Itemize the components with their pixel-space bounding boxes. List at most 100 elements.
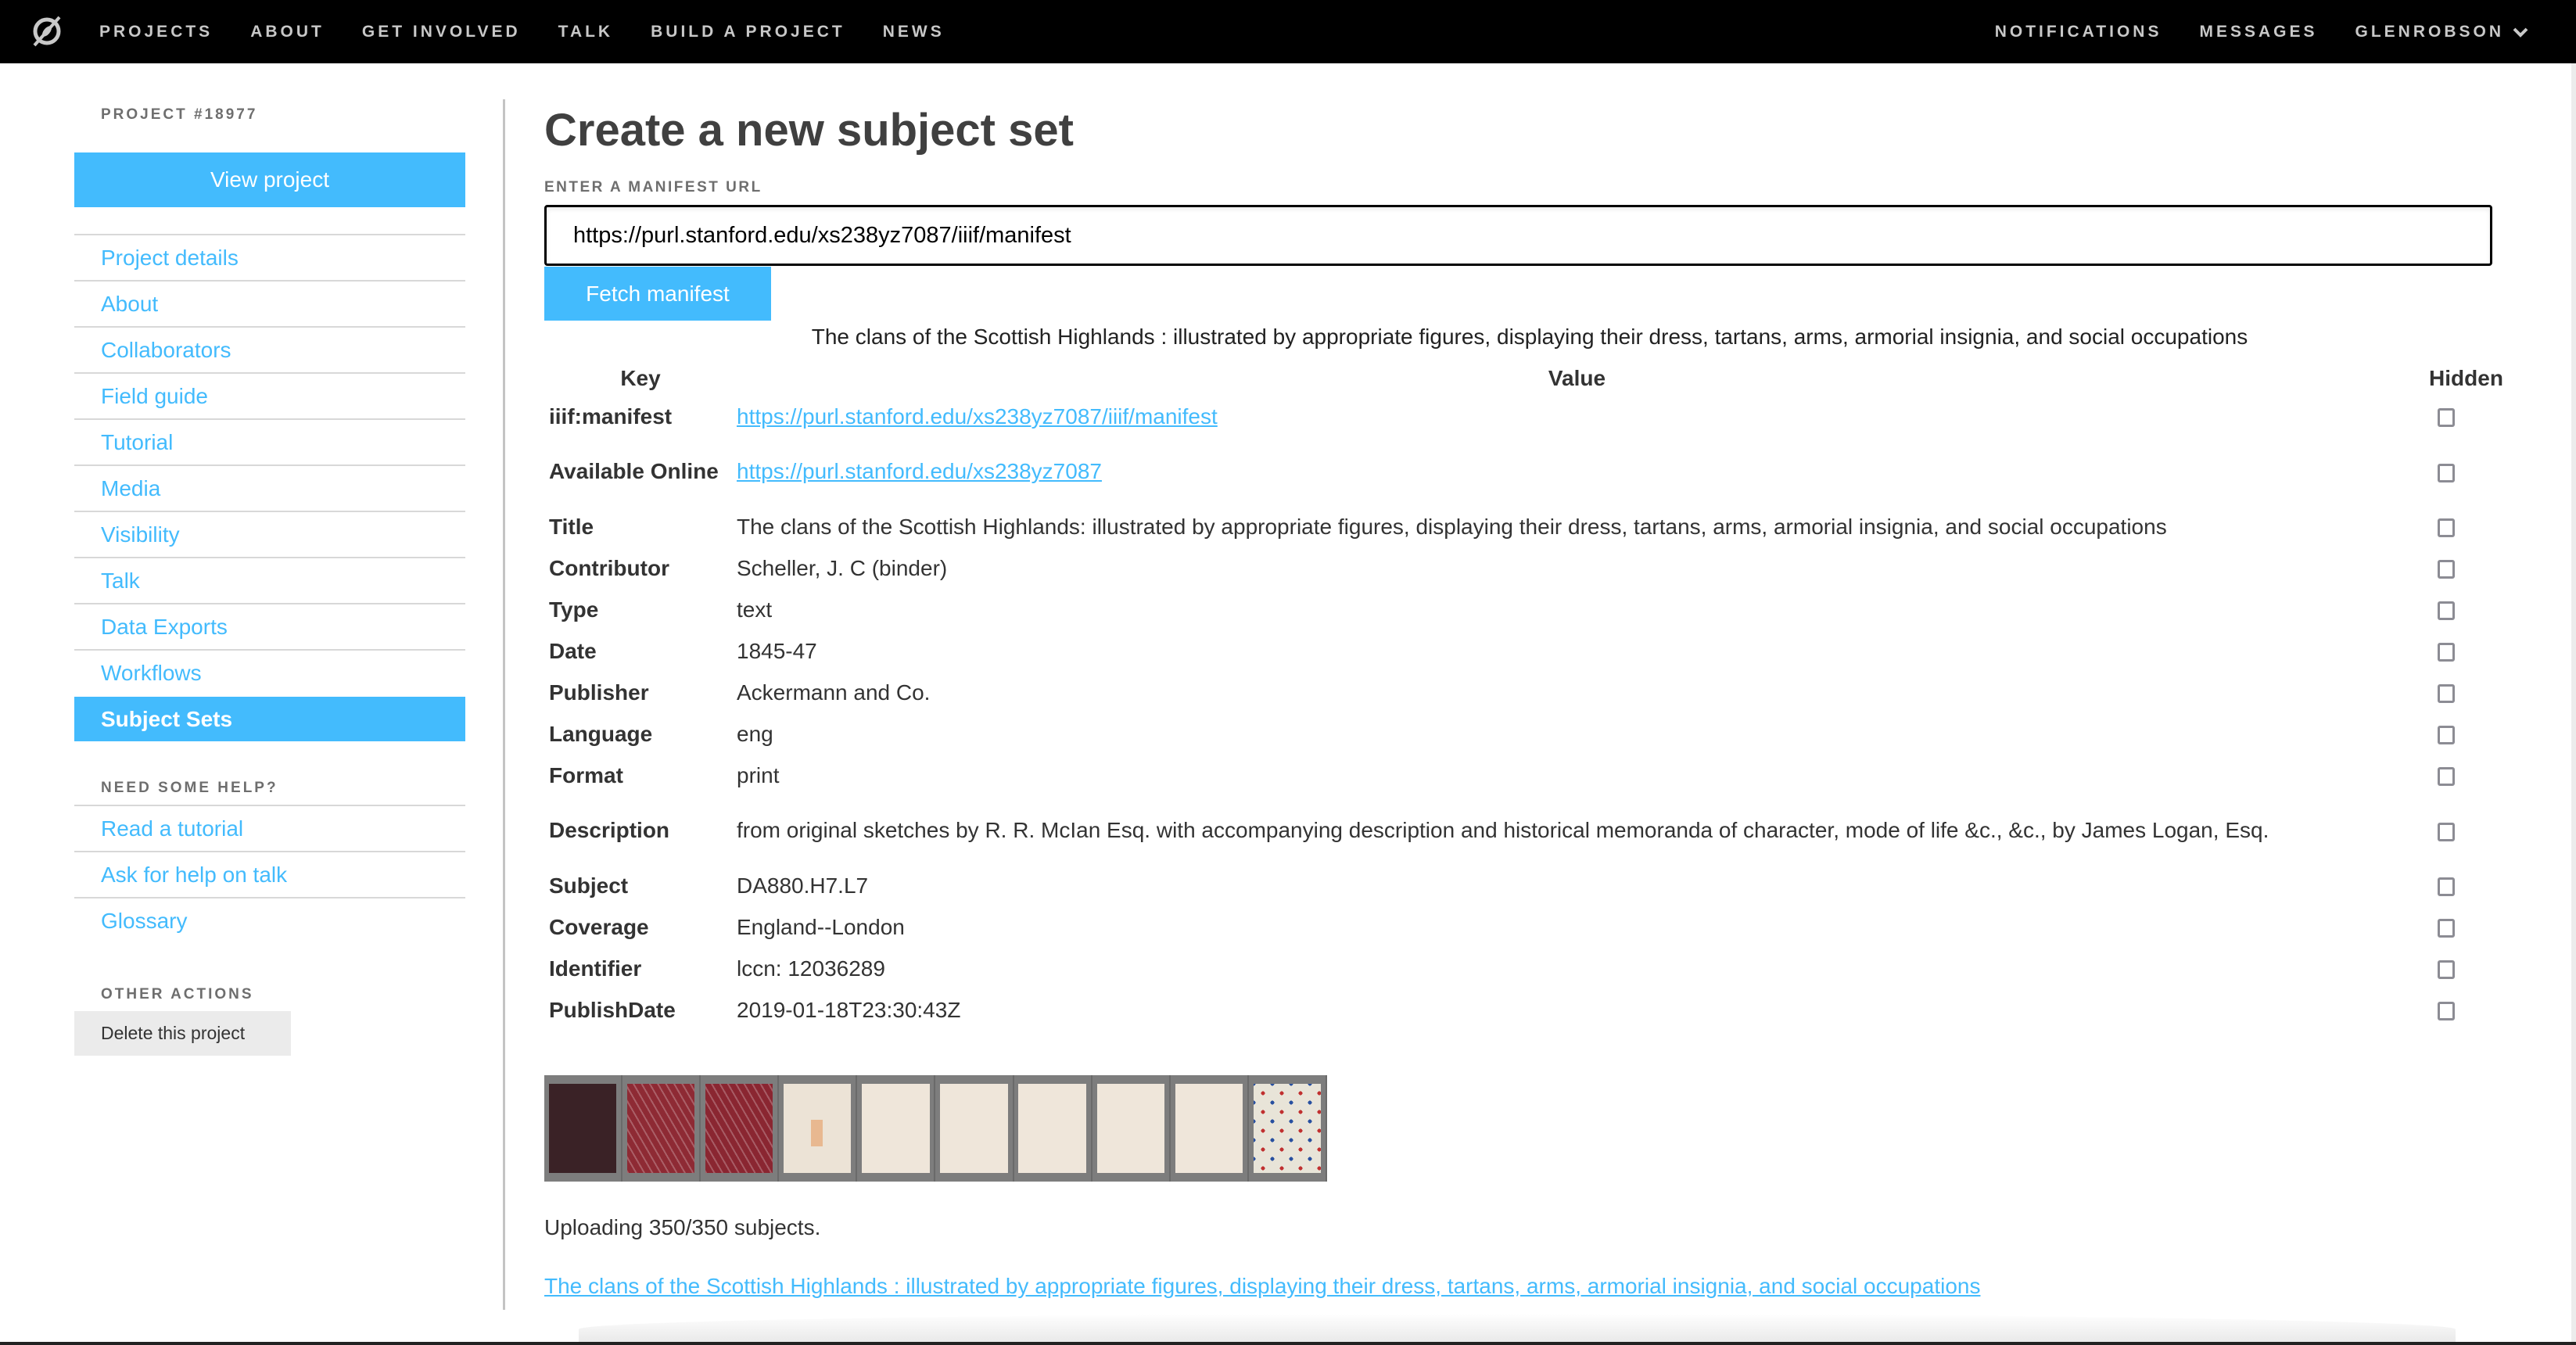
- metadata-value-cell: Scheller, J. C (binder): [737, 547, 2417, 589]
- hidden-cell: [2417, 547, 2515, 589]
- project-number-heading: PROJECT #18977: [101, 106, 258, 123]
- thumbnail-blank-page[interactable]: [935, 1075, 1014, 1182]
- sidebar-item-read-a-tutorial[interactable]: Read a tutorial: [74, 805, 465, 851]
- sidebar-item-about[interactable]: About: [74, 280, 465, 326]
- metadata-value-cell: lccn: 12036289: [737, 948, 2417, 989]
- hidden-checkbox[interactable]: [2438, 518, 2455, 538]
- metadata-value-cell: https://purl.stanford.edu/xs238yz7087: [737, 437, 2417, 506]
- metadata-key: Title: [549, 514, 594, 539]
- thumbnail-blank-page[interactable]: [1171, 1075, 1249, 1182]
- nav-talk[interactable]: TALK: [558, 23, 613, 41]
- metadata-key: Publisher: [549, 680, 649, 705]
- table-row: Publisher Ackermann and Co.: [544, 672, 2515, 713]
- metadata-link[interactable]: https://purl.stanford.edu/xs238yz7087/ii…: [737, 404, 1218, 429]
- sidebar-item-visibility[interactable]: Visibility: [74, 511, 465, 557]
- sidebar-divider: [503, 99, 505, 1310]
- sidebar-item-project-details[interactable]: Project details: [74, 234, 465, 280]
- column-header-hidden: Hidden: [2429, 365, 2503, 390]
- table-row: Contributor Scheller, J. C (binder): [544, 547, 2515, 589]
- hidden-cell: [2417, 755, 2515, 796]
- help-heading: NEED SOME HELP?: [101, 780, 278, 796]
- metadata-key: Contributor: [549, 555, 669, 580]
- hidden-checkbox[interactable]: [2438, 560, 2455, 579]
- nav-news[interactable]: NEWS: [883, 23, 945, 41]
- sidebar-item-field-guide[interactable]: Field guide: [74, 372, 465, 418]
- hidden-checkbox[interactable]: [2438, 601, 2455, 621]
- hidden-checkbox[interactable]: [2438, 463, 2455, 482]
- nav-about[interactable]: ABOUT: [250, 23, 325, 41]
- metadata-key: Type: [549, 597, 599, 622]
- table-row: Type text: [544, 589, 2515, 630]
- fetch-manifest-button[interactable]: Fetch manifest: [544, 267, 771, 321]
- hidden-checkbox[interactable]: [2438, 960, 2455, 980]
- sidebar-item-collaborators[interactable]: Collaborators: [74, 326, 465, 372]
- hidden-checkbox[interactable]: [2438, 767, 2455, 787]
- nav-user-links: NOTIFICATIONS MESSAGES GLENROBSON: [1957, 0, 2529, 63]
- other-actions-heading: OTHER ACTIONS: [101, 986, 254, 1002]
- table-row: Date 1845-47: [544, 630, 2515, 672]
- nav-build-a-project[interactable]: BUILD A PROJECT: [651, 23, 845, 41]
- nav-notifications[interactable]: NOTIFICATIONS: [1995, 23, 2162, 41]
- metadata-value-cell: eng: [737, 713, 2417, 755]
- manifest-url-input[interactable]: [544, 205, 2492, 266]
- table-row: Format print: [544, 755, 2515, 796]
- thumbnail-front-cover[interactable]: [544, 1075, 623, 1182]
- sidebar-item-data-exports[interactable]: Data Exports: [74, 603, 465, 649]
- view-project-button[interactable]: View project: [74, 152, 465, 207]
- thumbnail-marbled-endpaper[interactable]: [701, 1075, 780, 1182]
- sidebar-item-subject-sets[interactable]: Subject Sets: [74, 695, 465, 741]
- delete-project-button[interactable]: Delete this project: [74, 1011, 291, 1056]
- metadata-key: PublishDate: [549, 997, 676, 1022]
- manifest-url-label: ENTER A MANIFEST URL: [544, 179, 762, 195]
- hidden-checkbox[interactable]: [2438, 1002, 2455, 1021]
- metadata-value: lccn: 12036289: [737, 956, 885, 981]
- nav-get-involved[interactable]: GET INVOLVED: [362, 23, 521, 41]
- thumbnail-blank-page[interactable]: [1092, 1075, 1171, 1182]
- hidden-checkbox[interactable]: [2438, 877, 2455, 897]
- thumbnail-blank-page[interactable]: [857, 1075, 936, 1182]
- sidebar-item-glossary[interactable]: Glossary: [74, 897, 465, 943]
- table-header-row: Key Value Hidden: [544, 360, 2515, 396]
- hidden-checkbox[interactable]: [2438, 726, 2455, 745]
- thumbnail-blank-page[interactable]: [1014, 1075, 1092, 1182]
- sidebar-item-talk[interactable]: Talk: [74, 557, 465, 603]
- thumbnail-bookplate-page[interactable]: [779, 1075, 858, 1182]
- hidden-checkbox[interactable]: [2438, 822, 2455, 841]
- sidebar-item-media[interactable]: Media: [74, 464, 465, 511]
- hidden-cell: [2417, 989, 2515, 1031]
- hidden-cell: [2417, 506, 2515, 547]
- thumbnail-image: [1096, 1083, 1164, 1174]
- hidden-cell: [2417, 437, 2515, 506]
- thumbnail-heraldic-frontispiece[interactable]: [1249, 1075, 1327, 1182]
- hidden-checkbox[interactable]: [2438, 643, 2455, 662]
- sidebar-item-workflows[interactable]: Workflows: [74, 649, 465, 695]
- user-menu[interactable]: GLENROBSON: [2355, 23, 2529, 41]
- top-nav: PROJECTS ABOUT GET INVOLVED TALK BUILD A…: [0, 0, 2576, 63]
- thumbnail-marbled-endpaper[interactable]: [622, 1075, 701, 1182]
- scrollbar-track[interactable]: [2571, 63, 2576, 1345]
- metadata-key: Description: [549, 818, 670, 842]
- nav-main-links: PROJECTS ABOUT GET INVOLVED TALK BUILD A…: [99, 0, 982, 63]
- metadata-value-cell: 2019-01-18T23:30:43Z: [737, 989, 2417, 1031]
- table-row: PublishDate 2019-01-18T23:30:43Z: [544, 989, 2515, 1031]
- metadata-value: The clans of the Scottish Highlands: ill…: [737, 514, 2167, 539]
- hidden-cell: [2417, 589, 2515, 630]
- thumbnail-image: [705, 1083, 773, 1174]
- metadata-value-cell: DA880.H7.L7: [737, 865, 2417, 906]
- hidden-checkbox[interactable]: [2438, 408, 2455, 428]
- subject-set-link[interactable]: The clans of the Scottish Highlands : il…: [544, 1274, 1980, 1299]
- hidden-checkbox[interactable]: [2438, 684, 2455, 704]
- nav-projects[interactable]: PROJECTS: [99, 23, 213, 41]
- thumbnail-image: [548, 1083, 617, 1174]
- manifest-title: The clans of the Scottish Highlands : il…: [811, 325, 2248, 349]
- hidden-checkbox[interactable]: [2438, 919, 2455, 938]
- help-nav: Read a tutorial Ask for help on talk Glo…: [74, 805, 465, 943]
- metadata-link[interactable]: https://purl.stanford.edu/xs238yz7087: [737, 459, 1102, 483]
- sidebar-item-tutorial[interactable]: Tutorial: [74, 418, 465, 464]
- table-row: Title The clans of the Scottish Highlands…: [544, 506, 2515, 547]
- bottom-shadow: [579, 1314, 2456, 1345]
- table-row: Subject DA880.H7.L7: [544, 865, 2515, 906]
- zooniverse-logo-icon[interactable]: [30, 14, 64, 48]
- sidebar-item-ask-for-help-on-talk[interactable]: Ask for help on talk: [74, 851, 465, 897]
- nav-messages[interactable]: MESSAGES: [2199, 23, 2317, 41]
